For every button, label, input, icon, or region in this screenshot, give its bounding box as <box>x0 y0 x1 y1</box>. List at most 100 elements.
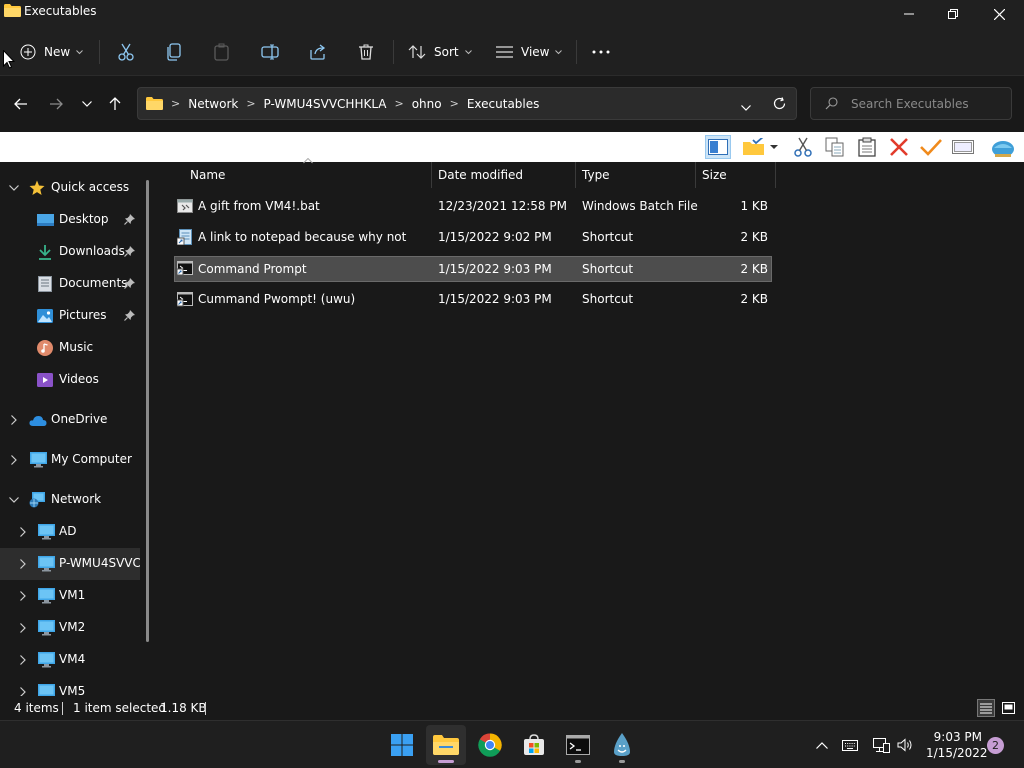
breadcrumb-ohno[interactable]: ohno <box>412 97 442 111</box>
delete-button[interactable] <box>357 38 375 66</box>
pin-icon[interactable] <box>124 277 136 292</box>
chevron-down-icon[interactable] <box>9 495 19 505</box>
sidebar-scrollbar[interactable] <box>146 180 149 642</box>
column-divider[interactable] <box>431 162 432 188</box>
sort-button[interactable]: Sort <box>408 38 472 66</box>
preview-pane-button[interactable] <box>705 135 731 159</box>
chevron-right-icon[interactable] <box>9 455 19 465</box>
sidebar-item-vm4[interactable]: VM4 <box>0 644 150 676</box>
chevron-right-icon[interactable] <box>18 591 28 601</box>
sidebar-item-downloads[interactable]: Downloads <box>0 236 150 268</box>
file-row-selected[interactable]: Command Prompt 1/15/2022 9:03 PM Shortcu… <box>174 256 772 282</box>
back-button[interactable] <box>10 94 32 114</box>
breadcrumb-computer[interactable]: P-WMU4SVVCHHKLA <box>264 97 387 111</box>
legacy-delete-button[interactable] <box>886 135 912 159</box>
file-size: 2 KB <box>740 292 768 306</box>
legacy-cut-button[interactable] <box>790 135 816 159</box>
column-divider[interactable] <box>695 162 696 188</box>
up-button[interactable] <box>104 94 126 114</box>
column-divider[interactable] <box>575 162 576 188</box>
chevron-right-icon[interactable] <box>18 655 28 665</box>
notification-badge[interactable]: 2 <box>987 737 1004 754</box>
clock[interactable]: 9:03 PM 1/15/2022 <box>926 729 988 761</box>
restore-button[interactable] <box>930 0 976 28</box>
legacy-internet-button[interactable] <box>990 135 1016 159</box>
taskbar-file-explorer[interactable] <box>426 725 466 765</box>
file-row[interactable]: Cummand Pwompt! (uwu) 1/15/2022 9:03 PM … <box>174 287 772 313</box>
sidebar-item-p-wmu4svvchhkla[interactable]: P-WMU4SVVCHHKLA <box>0 548 140 580</box>
pin-icon[interactable] <box>124 309 136 324</box>
legacy-copy-button[interactable] <box>822 135 848 159</box>
desktop-folder-icon <box>36 212 54 228</box>
taskbar-microsoft-store[interactable] <box>514 725 554 765</box>
chevron-right-icon[interactable] <box>18 623 28 633</box>
keyboard-button[interactable] <box>840 735 860 755</box>
refresh-button[interactable] <box>773 97 786 113</box>
column-header-name[interactable]: Name <box>190 162 430 188</box>
sidebar-item-ad[interactable]: AD <box>0 516 150 548</box>
breadcrumb-network[interactable]: Network <box>188 97 238 111</box>
sidebar-item-my-computer[interactable]: My Computer <box>0 444 150 476</box>
sidebar-item-vm1[interactable]: VM1 <box>0 580 150 612</box>
sidebar-item-vm2[interactable]: VM2 <box>0 612 150 644</box>
recent-locations-button[interactable] <box>76 94 98 114</box>
column-header-size[interactable]: Size <box>702 162 772 188</box>
pin-icon[interactable] <box>124 245 136 260</box>
file-row[interactable]: A link to notepad because why not 1/15/2… <box>174 225 772 251</box>
new-button[interactable]: New <box>20 38 84 66</box>
folder-options-button[interactable] <box>742 135 778 159</box>
taskbar-command-prompt[interactable] <box>558 725 598 765</box>
details-view-button[interactable] <box>977 699 995 717</box>
chevron-right-icon[interactable] <box>18 527 28 537</box>
sidebar-item-desktop[interactable]: Desktop <box>0 204 150 236</box>
sidebar-item-onedrive[interactable]: OneDrive <box>0 404 150 436</box>
sidebar-item-documents[interactable]: Documents <box>0 268 150 300</box>
column-divider[interactable] <box>775 162 776 188</box>
chevron-right-icon[interactable] <box>9 415 19 425</box>
chevron-down-icon[interactable] <box>9 183 19 193</box>
cmd-shortcut-icon <box>177 292 193 307</box>
sidebar-item-network[interactable]: Network <box>0 484 150 516</box>
sidebar-item-videos[interactable]: Videos <box>0 364 150 396</box>
legacy-properties-button[interactable] <box>918 135 944 159</box>
sidebar-item-quick-access[interactable]: Quick access <box>0 172 150 204</box>
share-button[interactable] <box>309 38 327 66</box>
divider <box>393 40 394 64</box>
volume-button[interactable] <box>895 735 915 755</box>
breadcrumb-executables[interactable]: Executables <box>467 97 540 111</box>
cut-button[interactable] <box>117 38 135 66</box>
paste-button[interactable] <box>213 38 231 66</box>
start-button[interactable] <box>382 725 422 765</box>
network-status-button[interactable] <box>871 735 891 755</box>
sidebar-item-label: Music <box>59 340 94 354</box>
chevron-right-icon[interactable] <box>18 559 28 569</box>
close-button[interactable] <box>976 0 1022 28</box>
legacy-rename-button[interactable] <box>950 135 976 159</box>
search-input[interactable] <box>851 95 1001 113</box>
taskbar-chrome[interactable] <box>470 725 510 765</box>
rename-button[interactable] <box>261 38 279 66</box>
column-header-date-modified[interactable]: Date modified <box>438 162 574 188</box>
sidebar-item-vm5[interactable]: VM5 <box>0 676 150 696</box>
address-history-button[interactable] <box>741 100 751 114</box>
minimize-button[interactable] <box>886 0 932 28</box>
forward-button[interactable] <box>45 94 67 114</box>
sidebar-item-pictures[interactable]: Pictures <box>0 300 150 332</box>
pin-icon[interactable] <box>124 213 136 228</box>
command-bar: New Sort View <box>0 28 1024 76</box>
show-hidden-icons-button[interactable] <box>812 735 832 755</box>
sidebar-item-music[interactable]: Music <box>0 332 150 364</box>
taskbar-app-shark[interactable] <box>602 725 642 765</box>
view-button[interactable]: View <box>496 38 563 66</box>
title-bar: Executables <box>0 0 1024 28</box>
address-bar[interactable]: > Network > P-WMU4SVVCHHKLA > ohno > Exe… <box>137 87 797 120</box>
file-row[interactable]: A gift from VM4!.bat 12/23/2021 12:58 PM… <box>174 194 772 220</box>
copy-button[interactable] <box>165 38 183 66</box>
more-options-button[interactable] <box>592 38 610 66</box>
large-icons-view-button[interactable] <box>999 699 1017 717</box>
search-box[interactable] <box>810 87 1012 120</box>
column-header-type[interactable]: Type <box>582 162 692 188</box>
chevron-right-icon[interactable] <box>18 687 28 696</box>
sidebar-item-label: VM5 <box>59 684 86 696</box>
legacy-paste-button[interactable] <box>854 135 880 159</box>
